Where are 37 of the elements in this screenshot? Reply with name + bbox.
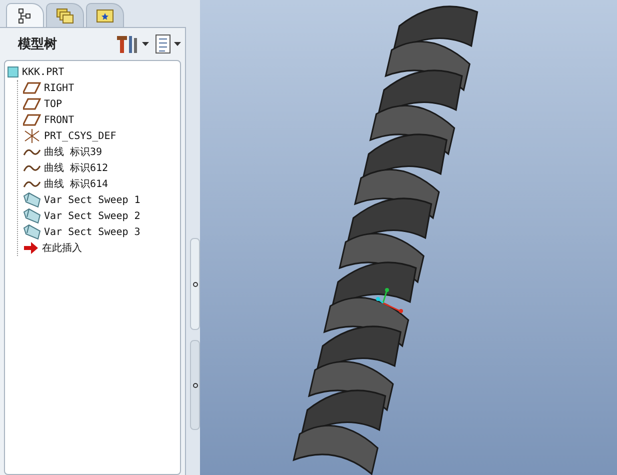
tree-item[interactable]: Var Sect Sweep 3 [18, 224, 178, 240]
list-icon [155, 34, 171, 54]
panel-title: 模型树 [18, 36, 57, 53]
tree-item[interactable]: TOP [18, 96, 178, 112]
sweep-icon [23, 192, 41, 208]
splitter-handle[interactable] [190, 238, 200, 330]
tree-item[interactable]: 曲线 标识39 [18, 144, 178, 160]
tools-icon [115, 34, 139, 54]
tree-icon [18, 8, 32, 24]
curve-icon [23, 179, 41, 189]
coordinate-system-icon [23, 129, 41, 143]
caret-icon [174, 42, 181, 46]
curve-icon [23, 163, 41, 173]
cube-icon [7, 66, 19, 78]
curve-icon [23, 147, 41, 157]
folders-icon [56, 8, 74, 24]
settings-dropdown-button[interactable] [115, 34, 149, 54]
tree-item[interactable]: FRONT [18, 112, 178, 128]
tree-item[interactable]: Var Sect Sweep 1 [18, 192, 178, 208]
tree-item[interactable]: 曲线 标识614 [18, 176, 178, 192]
sweep-icon [23, 208, 41, 224]
axis-triad-icon [376, 288, 403, 313]
splitter-handle[interactable] [190, 340, 200, 430]
plane-icon [23, 114, 41, 126]
plane-icon [23, 82, 41, 94]
tree-item[interactable]: Var Sect Sweep 2 [18, 208, 178, 224]
tree-item[interactable]: KKK.PRT [7, 64, 178, 80]
tree-item[interactable]: 曲线 标识612 [18, 160, 178, 176]
list-dropdown-button[interactable] [155, 34, 181, 54]
plane-icon [23, 98, 41, 110]
sweep-icon [23, 224, 41, 240]
tree-item[interactable]: PRT_CSYS_DEF [18, 128, 178, 144]
arrow-icon [23, 242, 39, 254]
panel-tab[interactable] [6, 3, 44, 27]
caret-icon [142, 42, 149, 46]
tree-item[interactable]: RIGHT [18, 80, 178, 96]
tree-item[interactable]: 在此插入 [18, 240, 178, 256]
